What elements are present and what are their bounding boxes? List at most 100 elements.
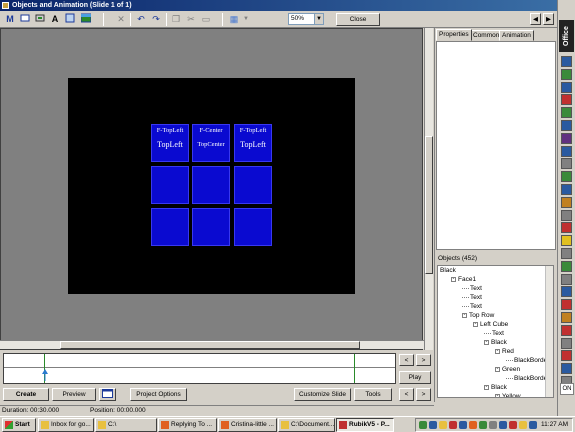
tree-node[interactable]: - Black bbox=[438, 383, 553, 392]
picture-icon[interactable] bbox=[80, 13, 92, 25]
tree-collapse-icon[interactable]: - bbox=[484, 384, 489, 390]
tree-node[interactable]: Text bbox=[438, 329, 553, 338]
office-app-icon[interactable] bbox=[561, 196, 572, 208]
tree-node[interactable]: BlackBorder bbox=[438, 374, 553, 383]
taskbar-task-button[interactable]: Replying To ... bbox=[158, 418, 217, 432]
slide-tile[interactable] bbox=[151, 208, 189, 246]
office-app-icon[interactable] bbox=[561, 273, 572, 285]
timeline-prev-button[interactable]: < bbox=[399, 354, 414, 366]
slide-canvas[interactable]: F-TopLeft TopLeft F-Center TopCenter F-TopLe… bbox=[68, 78, 355, 294]
undo-icon[interactable]: ↶ bbox=[135, 13, 147, 25]
tree-node[interactable]: Text bbox=[438, 293, 553, 302]
tab-properties[interactable]: Properties bbox=[436, 29, 472, 41]
office-app-icon[interactable] bbox=[561, 363, 572, 375]
office-app-icon[interactable] bbox=[561, 184, 572, 195]
paste-icon[interactable]: ▭ bbox=[200, 13, 212, 25]
office-app-icon[interactable] bbox=[561, 312, 572, 323]
bottom-prev-button[interactable]: < bbox=[399, 388, 414, 401]
office-app-icon[interactable] bbox=[561, 94, 572, 106]
bottom-next-button[interactable]: > bbox=[416, 388, 431, 401]
horizontal-scroll-thumb[interactable] bbox=[60, 341, 360, 349]
slide-tile[interactable]: F-Center TopCenter bbox=[192, 124, 230, 162]
slide-tile[interactable] bbox=[151, 166, 189, 204]
vertical-scroll-thumb[interactable] bbox=[425, 136, 433, 274]
office-app-icon[interactable] bbox=[561, 260, 572, 272]
office-app-icon[interactable] bbox=[561, 145, 572, 157]
office-app-icon[interactable] bbox=[561, 324, 572, 336]
taskbar-task-button[interactable]: Cristina-little ... bbox=[218, 418, 277, 432]
office-app-icon[interactable] bbox=[561, 120, 572, 131]
taskbar-task-button[interactable]: RubikV5 - P... bbox=[336, 418, 394, 432]
office-app-icon[interactable] bbox=[561, 337, 572, 349]
tray-icon[interactable] bbox=[489, 421, 497, 429]
tree-node[interactable]: BlackBorder bbox=[438, 356, 553, 365]
zoom-dropdown-arrow-icon[interactable]: ▼ bbox=[314, 14, 323, 24]
customize-slide-button[interactable]: Customize Slide bbox=[294, 388, 351, 401]
slide-tile[interactable]: F-TopLeft TopLeft bbox=[151, 124, 189, 162]
taskbar-task-button[interactable]: C:\ bbox=[95, 418, 157, 432]
grid-icon[interactable]: ▦ bbox=[228, 13, 240, 25]
start-button[interactable]: Start bbox=[2, 418, 36, 432]
tree-node[interactable]: - Green bbox=[438, 365, 553, 374]
office-app-icon[interactable] bbox=[561, 158, 572, 170]
shape-icon[interactable] bbox=[64, 13, 76, 25]
tree-collapse-icon[interactable]: - bbox=[495, 366, 500, 372]
office-app-icon[interactable] bbox=[561, 81, 572, 93]
zoom-select[interactable]: 50% ▼ bbox=[288, 13, 324, 25]
chevron-down-icon[interactable]: ▼ bbox=[240, 13, 252, 25]
office-app-icon[interactable] bbox=[561, 68, 572, 80]
tray-icon[interactable] bbox=[449, 421, 457, 429]
rectangle-icon[interactable] bbox=[19, 13, 31, 25]
tray-icon[interactable] bbox=[509, 421, 517, 429]
office-app-icon[interactable] bbox=[561, 235, 572, 247]
office-app-icon[interactable] bbox=[561, 209, 572, 221]
tree-collapse-icon[interactable]: - bbox=[473, 321, 478, 327]
tree-node[interactable]: Text bbox=[438, 302, 553, 311]
tree-collapse-icon[interactable]: - bbox=[451, 276, 456, 282]
timeline-position-marker[interactable] bbox=[42, 369, 49, 381]
office-app-icon[interactable] bbox=[561, 350, 572, 362]
workarea-vertical-scrollbar[interactable] bbox=[424, 28, 433, 350]
objects-tree[interactable]: Black - Face1 Text Text Text - Top Row - Left Cub… bbox=[437, 265, 554, 398]
close-button[interactable]: Close bbox=[336, 13, 380, 26]
tray-icon[interactable] bbox=[479, 421, 487, 429]
slide-tile[interactable] bbox=[234, 166, 272, 204]
tree-node[interactable]: - Left Cube bbox=[438, 320, 553, 329]
office-app-icon[interactable] bbox=[561, 222, 572, 234]
text-m-icon[interactable]: M bbox=[4, 13, 16, 25]
tree-node[interactable]: Text bbox=[438, 284, 553, 293]
office-app-icon[interactable] bbox=[561, 132, 572, 144]
tray-icon[interactable] bbox=[529, 421, 537, 429]
office-app-icon[interactable] bbox=[561, 248, 572, 259]
cut-icon[interactable]: ✂ bbox=[185, 13, 197, 25]
delete-icon[interactable]: ✕ bbox=[115, 13, 127, 25]
tree-collapse-icon[interactable]: - bbox=[495, 348, 500, 354]
office-app-icon[interactable] bbox=[561, 107, 572, 119]
tree-node[interactable]: - Face1 bbox=[438, 275, 553, 284]
tray-icon[interactable] bbox=[429, 421, 437, 429]
slide-tile[interactable] bbox=[234, 208, 272, 246]
office-app-icon[interactable] bbox=[561, 171, 572, 183]
timeline[interactable] bbox=[3, 353, 396, 384]
office-app-icon[interactable] bbox=[561, 286, 572, 298]
clock[interactable]: 11:27 AM bbox=[541, 419, 568, 431]
tools-button[interactable]: Tools bbox=[354, 388, 392, 401]
tray-icon[interactable] bbox=[499, 421, 507, 429]
play-button[interactable]: Play bbox=[399, 371, 431, 384]
create-button[interactable]: Create bbox=[3, 388, 49, 401]
text-a-icon[interactable]: A bbox=[49, 13, 61, 25]
project-options-button[interactable]: Project Options bbox=[130, 388, 187, 401]
slide-tile[interactable] bbox=[192, 208, 230, 246]
tree-node[interactable]: Black bbox=[438, 266, 553, 275]
slide-tile[interactable]: F-TopLeft TopLeft bbox=[234, 124, 272, 162]
tray-icon[interactable] bbox=[419, 421, 427, 429]
tree-vertical-scrollbar[interactable] bbox=[545, 266, 553, 397]
tree-node[interactable]: - Black bbox=[438, 338, 553, 347]
taskbar-task-button[interactable]: C:\Document... bbox=[278, 418, 335, 432]
preview-window-button[interactable] bbox=[99, 388, 116, 401]
slide-tile[interactable] bbox=[192, 166, 230, 204]
tree-node[interactable]: - Top Row bbox=[438, 311, 553, 320]
window-title-bar[interactable]: Objects and Animation (Slide 1 of 1) bbox=[0, 0, 557, 11]
tab-animation[interactable]: Animation bbox=[499, 30, 534, 41]
timeline-next-button[interactable]: > bbox=[416, 354, 431, 366]
